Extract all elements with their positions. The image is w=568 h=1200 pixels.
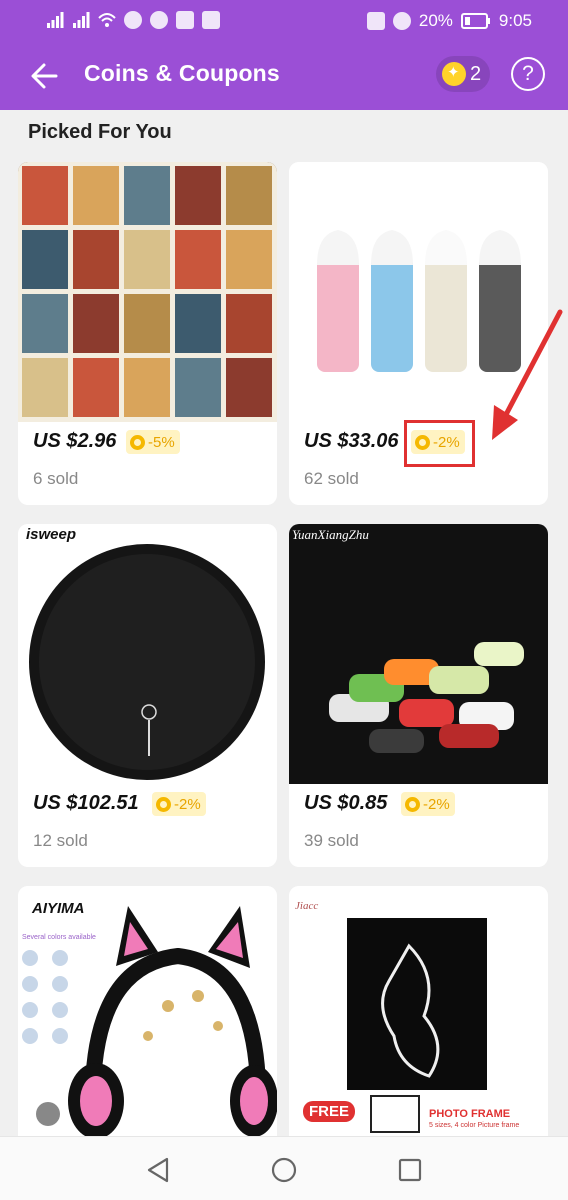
coin-icon xyxy=(442,62,466,86)
app-bar: Coins & Coupons 2 ? xyxy=(0,44,568,110)
color-caption: Several colors available xyxy=(22,934,96,941)
poster-thumbnail xyxy=(22,166,68,225)
product-card[interactable]: US $2.96 -5% 6 sold xyxy=(18,162,277,505)
sold-count: 6 sold xyxy=(33,469,79,488)
product-card[interactable]: isweep US $102.51 -2% 12 sold xyxy=(18,524,277,867)
cast-icon xyxy=(366,12,385,30)
status-icons-right: 20% 9:05 xyxy=(366,11,532,31)
poster-thumbnail xyxy=(73,230,119,289)
back-arrow-icon[interactable] xyxy=(26,56,66,96)
poster-thumbnail xyxy=(226,358,272,417)
poster-thumbnail xyxy=(124,294,170,353)
poster-thumbnail xyxy=(226,294,272,353)
nav-recents-icon[interactable] xyxy=(395,1155,425,1185)
bottle-cream xyxy=(425,230,467,372)
coin-icon xyxy=(130,434,145,450)
product-image-cat-ear-headphones xyxy=(18,886,277,1146)
poster-thumbnail xyxy=(226,166,272,225)
product-price: US $2.96 xyxy=(33,430,117,452)
poster-thumbnail xyxy=(73,294,119,353)
brand-watermark: YuanXiangZhu xyxy=(292,527,369,542)
poster-thumbnail xyxy=(22,294,68,353)
product-image-vintage-posters xyxy=(18,162,277,422)
brand-logo: AIYIMA xyxy=(32,900,85,917)
product-price: US $102.51 xyxy=(33,792,139,814)
product-card[interactable]: AIYIMA Several colors available xyxy=(18,886,277,1146)
coin-discount-value: -5% xyxy=(148,433,175,451)
poster-thumbnail xyxy=(124,358,170,417)
signal-icon xyxy=(73,12,90,28)
frame-subtitle: 5 sizes, 4 color Picture frame xyxy=(429,1122,520,1129)
app-notification-icon xyxy=(150,11,168,29)
frame-title: PHOTO FRAME xyxy=(429,1108,511,1120)
poster-thumbnail xyxy=(73,166,119,225)
battery-percent: 20% xyxy=(418,11,453,30)
mail-icon xyxy=(176,11,194,29)
app-notification-icon xyxy=(202,11,220,29)
coin-discount-badge: -2% xyxy=(401,792,455,816)
help-button[interactable]: ? xyxy=(511,57,545,91)
coin-count: 2 xyxy=(470,62,482,85)
poster-thumbnail xyxy=(22,358,68,417)
poster-thumbnail xyxy=(73,358,119,417)
system-nav-bar xyxy=(0,1136,568,1200)
sold-count: 62 sold xyxy=(304,469,359,488)
wifi-icon xyxy=(98,13,116,27)
status-icons-left xyxy=(46,11,220,29)
poster-thumbnail xyxy=(226,230,272,289)
page-title: Coins & Coupons xyxy=(84,60,280,86)
sold-count: 12 sold xyxy=(33,831,88,850)
coin-discount-value: -2% xyxy=(174,795,201,813)
signal-icon xyxy=(47,12,64,28)
alarm-icon xyxy=(392,12,411,30)
coin-discount-value: -2% xyxy=(423,795,450,813)
product-card[interactable]: YuanXiangZhu US $0.85 -2% 39 sold xyxy=(289,524,548,867)
coin-discount-badge: -2% xyxy=(152,792,206,816)
coin-icon xyxy=(156,796,171,812)
product-image-reflective-bands xyxy=(289,524,548,784)
product-card[interactable]: Jiacc FREE PHOTO FRAME 5 sizes, 4 color … xyxy=(289,886,548,1146)
app-notification-icon xyxy=(124,11,142,29)
clock: 9:05 xyxy=(498,11,532,30)
poster-thumbnail xyxy=(175,166,221,225)
coin-balance-button[interactable]: 2 xyxy=(436,56,490,92)
coin-discount-badge: -5% xyxy=(126,430,180,454)
product-price: US $33.06 xyxy=(304,430,399,452)
product-image-robot-vacuum xyxy=(18,524,277,784)
status-bar: 20% 9:05 xyxy=(0,0,568,44)
bottle-blue xyxy=(371,230,413,372)
poster-thumbnail xyxy=(175,294,221,353)
annotation-arrow xyxy=(492,309,563,440)
brand-logo: isweep xyxy=(26,526,77,543)
brand-logo: Jiacc xyxy=(295,900,319,912)
battery-icon xyxy=(460,13,490,29)
free-tag: FREE xyxy=(303,1101,356,1122)
nav-home-icon[interactable] xyxy=(269,1155,299,1185)
poster-thumbnail xyxy=(175,230,221,289)
sold-count: 39 sold xyxy=(304,831,359,850)
poster-thumbnail xyxy=(124,230,170,289)
coin-badge-highlight-box xyxy=(404,420,475,467)
poster-thumbnail xyxy=(124,166,170,225)
product-price: US $0.85 xyxy=(304,792,388,814)
poster-thumbnail xyxy=(175,358,221,417)
section-title: Picked For You xyxy=(28,121,172,143)
nav-back-icon[interactable] xyxy=(143,1155,173,1185)
poster-thumbnail xyxy=(22,230,68,289)
bottle-pink xyxy=(317,230,359,372)
coin-icon xyxy=(405,796,420,812)
